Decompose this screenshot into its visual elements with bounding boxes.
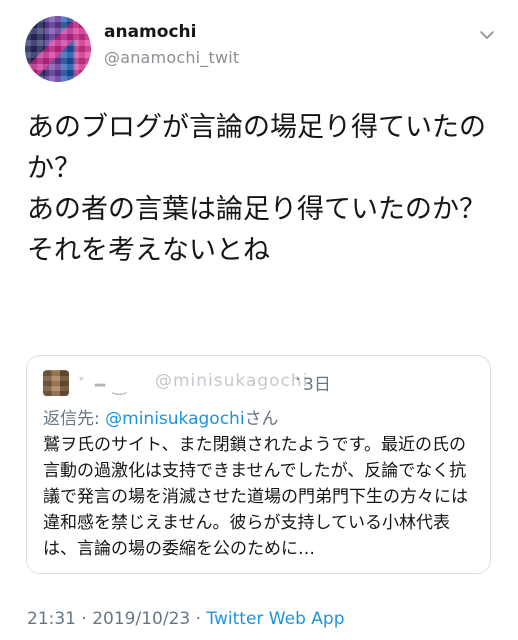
meta-separator: · — [76, 609, 93, 629]
quoted-tweet-text: 鷲ヲ氏のサイト、また閉鎖されたようです。最近の氏の言動の過激化は支持できませんで… — [43, 435, 468, 559]
chevron-down-icon[interactable] — [478, 26, 496, 44]
reply-prefix: 返信先: — [43, 409, 106, 429]
tweet-text: あのブログが言論の場足り得ていたのか？ あの者の言葉は論足り得ていたのか？ それ… — [27, 112, 486, 266]
reply-to-line: 返信先: @minisukagochiさん — [43, 404, 279, 429]
author-avatar[interactable] — [25, 16, 91, 82]
quoted-tweet-time: 3日 — [303, 375, 331, 395]
quoted-author-handle: @minisukagochi — [155, 371, 309, 391]
quoted-author-name: ﾞ ━ ‿ — [79, 376, 128, 396]
author-handle[interactable]: @anamochi_twit — [104, 48, 239, 67]
author-display-name[interactable]: anamochi — [104, 22, 196, 42]
tweet-date[interactable]: 2019/10/23 — [92, 609, 190, 629]
tweet-time[interactable]: 21:31 — [27, 609, 76, 629]
tweet-meta: 21:31 · 2019/10/23 · Twitter Web App — [27, 609, 344, 629]
reply-suffix: さん — [244, 409, 279, 429]
reply-mention-link[interactable]: @minisukagochi — [105, 409, 244, 429]
meta-separator-2: · — [190, 609, 207, 629]
quoted-author-avatar — [43, 370, 69, 396]
separator-dot: · — [295, 370, 301, 390]
source-app-link[interactable]: Twitter Web App — [206, 609, 344, 629]
quoted-tweet-card[interactable]: ﾞ ━ ‿ @minisukagochi · 3日 返信先: @minisuka… — [26, 355, 491, 574]
